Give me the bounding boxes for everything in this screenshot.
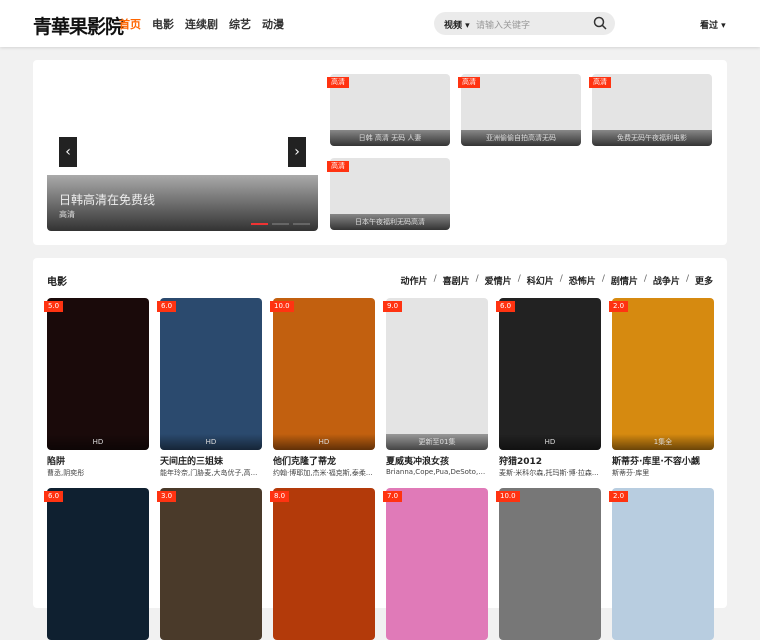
poster-overlay: HD: [160, 434, 262, 450]
next-arrow-icon[interactable]: ›: [288, 137, 306, 167]
movie-title[interactable]: 他们克隆了蒂龙: [273, 454, 375, 467]
search-input[interactable]: 请输入关键字: [476, 18, 530, 31]
movie-poster[interactable]: HD: [47, 298, 149, 450]
nav-movies[interactable]: 电影: [152, 16, 174, 32]
movie-poster[interactable]: 1集全: [612, 298, 714, 450]
slider-caption: 日韩高清在免费线 高清: [47, 175, 318, 231]
score-badge: 2.0: [609, 301, 629, 312]
poster-overlay: 1集全: [612, 434, 714, 450]
search-icon[interactable]: [593, 16, 607, 33]
nav-variety[interactable]: 综艺: [229, 16, 251, 32]
movie-poster[interactable]: [499, 488, 601, 640]
score-badge: 8.0: [270, 491, 290, 502]
section-title: 电影: [47, 277, 67, 288]
quality-badge: 高清: [327, 161, 349, 172]
separator: /: [643, 274, 647, 284]
banner-slider[interactable]: 日韩高清在免费线 高清 ‹ ›: [47, 75, 318, 231]
movie-cast: 约翰·博耶加,杰米·福克斯,泰柔...: [273, 469, 373, 477]
separator: /: [433, 274, 437, 284]
separator: /: [601, 274, 605, 284]
category-link[interactable]: 战争片: [653, 274, 680, 287]
movie-cast: 曹丞,阴奕彤: [47, 469, 85, 477]
category-links: 动作片 / 喜剧片 / 爱情片 / 科幻片 / 恐怖片 / 剧情片 / 战争片 / 更多: [401, 274, 713, 287]
movie-poster[interactable]: HD: [160, 298, 262, 450]
movie-poster[interactable]: HD: [499, 298, 601, 450]
nav-anime[interactable]: 动漫: [262, 16, 284, 32]
slider-dot[interactable]: [251, 223, 268, 225]
movie-title[interactable]: 狩猎2012: [499, 454, 601, 467]
movie-poster[interactable]: [273, 488, 375, 640]
category-link[interactable]: 爱情片: [485, 274, 512, 287]
score-badge: 6.0: [44, 491, 64, 502]
poster-overlay: 更新至01集: [386, 434, 488, 450]
quality-badge: 高清: [458, 77, 480, 88]
thumb-title: 亚洲偷偷自拍高清无码: [461, 130, 581, 146]
movie-title[interactable]: 陷阱: [47, 454, 149, 467]
quality-badge: 高清: [327, 77, 349, 88]
history-label: 看过: [700, 21, 719, 31]
main-nav: 首页 电影 连续剧 综艺 动漫: [119, 16, 284, 32]
category-link[interactable]: 动作片: [401, 274, 428, 287]
logo[interactable]: 青華果影院: [33, 12, 124, 39]
search-type-label: 视频: [444, 21, 463, 31]
score-badge: 10.0: [270, 301, 294, 312]
movie-title[interactable]: 天间庄的三姐妹: [160, 454, 262, 467]
movie-cast: 能年玲奈,门胁麦,大岛优子,高...: [160, 469, 258, 477]
separator: /: [559, 274, 563, 284]
category-link[interactable]: 恐怖片: [569, 274, 596, 287]
score-badge: 10.0: [496, 491, 520, 502]
prev-arrow-icon[interactable]: ‹: [59, 137, 77, 167]
poster-overlay: HD: [273, 434, 375, 450]
movie-poster[interactable]: 更新至01集: [386, 298, 488, 450]
category-link[interactable]: 剧情片: [611, 274, 638, 287]
category-link[interactable]: 科幻片: [527, 274, 554, 287]
movie-title[interactable]: 夏威夷冲浪女孩: [386, 454, 488, 467]
nav-home[interactable]: 首页: [119, 16, 141, 32]
header: 青華果影院 首页 电影 连续剧 综艺 动漫 视频 ▾ 请输入关键字 看过 ▾: [0, 0, 760, 47]
nav-series[interactable]: 连续剧: [185, 16, 218, 32]
score-badge: 6.0: [157, 301, 177, 312]
quality-badge: 高清: [589, 77, 611, 88]
score-badge: 5.0: [44, 301, 64, 312]
history-dropdown[interactable]: 看过 ▾: [700, 18, 726, 31]
movie-poster[interactable]: [160, 488, 262, 640]
score-badge: 3.0: [157, 491, 177, 502]
movie-cast: 斯蒂芬·库里: [612, 469, 650, 477]
movie-poster[interactable]: [612, 488, 714, 640]
score-badge: 6.0: [496, 301, 516, 312]
score-badge: 9.0: [383, 301, 403, 312]
search-type-select[interactable]: 视频 ▾: [444, 18, 470, 31]
movie-poster[interactable]: HD: [273, 298, 375, 450]
movie-title[interactable]: 斯蒂芬·库里·不容小觑: [612, 454, 714, 467]
movie-poster[interactable]: [47, 488, 149, 640]
score-badge: 2.0: [609, 491, 629, 502]
thumb-title: 免费无码午夜福利电影: [592, 130, 712, 146]
slider-dots: [251, 223, 310, 225]
chevron-down-icon: ▾: [721, 21, 726, 31]
slider-dot[interactable]: [272, 223, 289, 225]
movie-cast: Brianna,Cope,Pua,DeSoto,M...: [386, 468, 488, 476]
slider-subtitle: 高清: [59, 210, 75, 219]
category-link[interactable]: 喜剧片: [443, 274, 470, 287]
movie-cast: 麦斯·米科尔森,托玛斯·博·拉森...: [499, 469, 599, 477]
movie-poster[interactable]: [386, 488, 488, 640]
poster-overlay: HD: [499, 434, 601, 450]
separator: /: [685, 274, 689, 284]
separator: /: [475, 274, 479, 284]
score-badge: 7.0: [383, 491, 403, 502]
thumb-title: 日本午夜福利无码高清: [330, 214, 450, 230]
poster-overlay: HD: [47, 434, 149, 450]
slider-dot[interactable]: [293, 223, 310, 225]
separator: /: [517, 274, 521, 284]
category-link[interactable]: 更多: [695, 274, 713, 287]
thumb-title: 日韩 高清 无码 人妻: [330, 130, 450, 146]
search-bar: 视频 ▾ 请输入关键字: [434, 12, 615, 35]
slider-title: 日韩高清在免费线: [59, 193, 156, 207]
